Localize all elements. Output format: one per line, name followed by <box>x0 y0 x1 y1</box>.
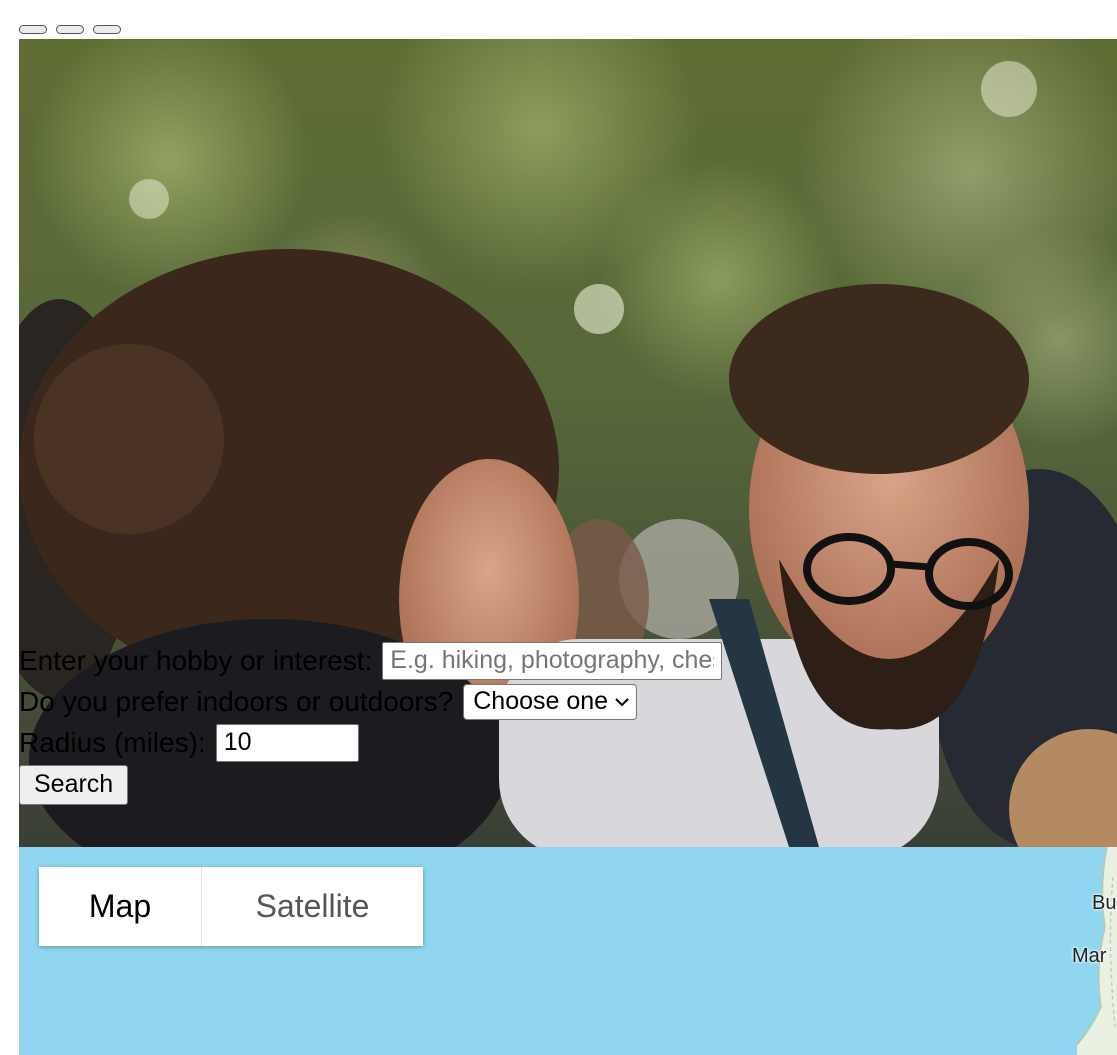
map-type-map-button[interactable]: Map <box>39 867 201 946</box>
interest-label: Enter your hobby or interest: <box>19 645 373 676</box>
map-view[interactable]: Map Satellite Bu Mar <box>19 847 1117 1055</box>
map-place-label: Mar <box>1072 945 1107 967</box>
window-control-2-button[interactable] <box>56 25 84 34</box>
search-form: Enter your hobby or interest: Do you pre… <box>19 640 723 805</box>
radius-input[interactable] <box>215 723 359 762</box>
window-control-3-button[interactable] <box>93 25 121 34</box>
environment-select[interactable]: Choose one <box>463 683 638 720</box>
window-control-1-button[interactable] <box>19 25 47 34</box>
hero-section: Enter your hobby or interest: Do you pre… <box>19 39 1117 847</box>
map-place-label: Bu <box>1092 892 1117 914</box>
environment-label: Do you prefer indoors or outdoors? <box>19 686 454 717</box>
window-controls <box>19 25 121 34</box>
map-type-satellite-button[interactable]: Satellite <box>201 867 423 946</box>
radius-label: Radius (miles): <box>19 727 206 758</box>
environment-select-value: Choose one <box>473 687 609 715</box>
interest-row: Enter your hobby or interest: <box>19 640 723 681</box>
environment-row: Do you prefer indoors or outdoors? Choos… <box>19 681 722 722</box>
map-type-control: Map Satellite <box>39 867 423 946</box>
radius-row: Radius (miles): <box>19 722 722 763</box>
search-button[interactable]: Search <box>19 764 129 805</box>
search-row: Search <box>19 763 722 805</box>
chevron-down-icon <box>615 697 629 706</box>
interest-input[interactable] <box>382 641 723 680</box>
